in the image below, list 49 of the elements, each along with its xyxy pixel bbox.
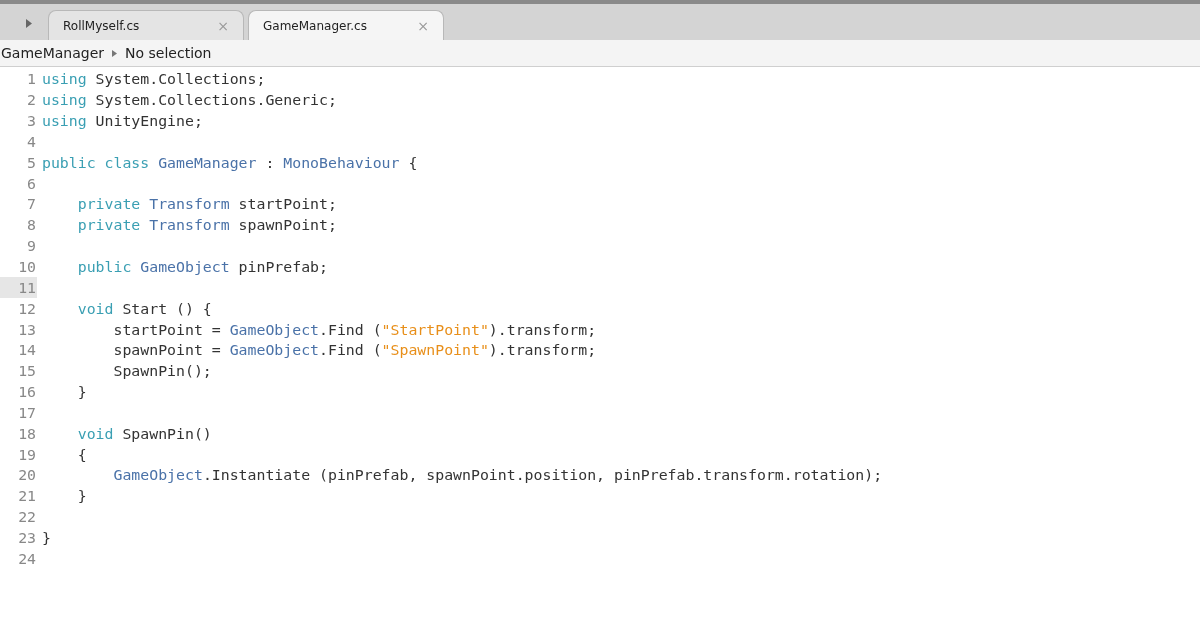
- code-line: public GameObject pinPrefab;: [76, 258, 328, 276]
- line-number: 17: [17, 402, 37, 424]
- line-number: 12: [17, 298, 37, 320]
- line-number: 14: [17, 340, 37, 361]
- play-icon: [26, 18, 32, 28]
- line-number: 9: [26, 236, 37, 257]
- code-line: private Transform spawnPoint;: [76, 216, 337, 235]
- line-number: 15: [17, 361, 37, 382]
- line-number: 11: [0, 277, 37, 299]
- line-number: 22: [17, 507, 37, 528]
- code-line: }: [76, 383, 87, 402]
- line-number: 16: [17, 382, 37, 403]
- code-line: using UnityEngine;: [42, 112, 203, 131]
- code-line: private Transform startPoint;: [76, 195, 337, 214]
- line-number: 23: [17, 528, 37, 549]
- line-number: 13: [17, 319, 37, 340]
- code-line: public class GameManager : MonoBehaviour {: [42, 153, 418, 172]
- tab-label: RollMyself.cs: [63, 18, 140, 33]
- code-line: }: [76, 487, 87, 506]
- code-line: void SpawnPin(): [76, 424, 212, 443]
- line-number: 4: [26, 131, 37, 153]
- code-line: using System.Collections.Generic;: [42, 91, 337, 110]
- line-number: 24: [17, 548, 37, 570]
- line-number: 5: [26, 152, 37, 174]
- code-line: using System.Collections;: [42, 70, 266, 89]
- line-number: 7: [26, 194, 37, 215]
- line-number: 18: [17, 423, 37, 445]
- breadcrumb-item[interactable]: No selection: [125, 45, 212, 61]
- code-line: GameObject.Instantiate (pinPrefab, spawnPoint.position, pinPrefab.transform.rotation);: [112, 466, 883, 485]
- code-line: SpawnPin();: [112, 362, 212, 381]
- triangle-icon: [112, 49, 118, 57]
- editor-tab[interactable]: RollMyself.cs ×: [48, 10, 244, 40]
- code-line: spawnPoint = GameObject.Find ("SpawnPoint").transform;: [112, 341, 597, 360]
- line-number: 20: [17, 465, 37, 486]
- line-number: 21: [17, 486, 37, 507]
- code-line: {: [76, 445, 87, 464]
- editor-tab[interactable]: GameManager.cs ×: [248, 10, 444, 40]
- line-number: 3: [26, 111, 37, 132]
- tab-label: GameManager.cs: [263, 18, 367, 33]
- breadcrumb-item[interactable]: GameManager: [1, 45, 105, 61]
- line-number: 8: [26, 215, 37, 236]
- line-number: 19: [17, 444, 37, 466]
- code-line: }: [42, 529, 51, 547]
- code-line: void Start () {: [76, 299, 212, 318]
- line-number: 6: [26, 173, 37, 195]
- code-line: startPoint = GameObject.Find ("StartPoint").transform;: [112, 320, 597, 339]
- line-number: 2: [26, 90, 37, 111]
- line-number: 1: [26, 69, 37, 90]
- line-number: 10: [17, 257, 37, 278]
